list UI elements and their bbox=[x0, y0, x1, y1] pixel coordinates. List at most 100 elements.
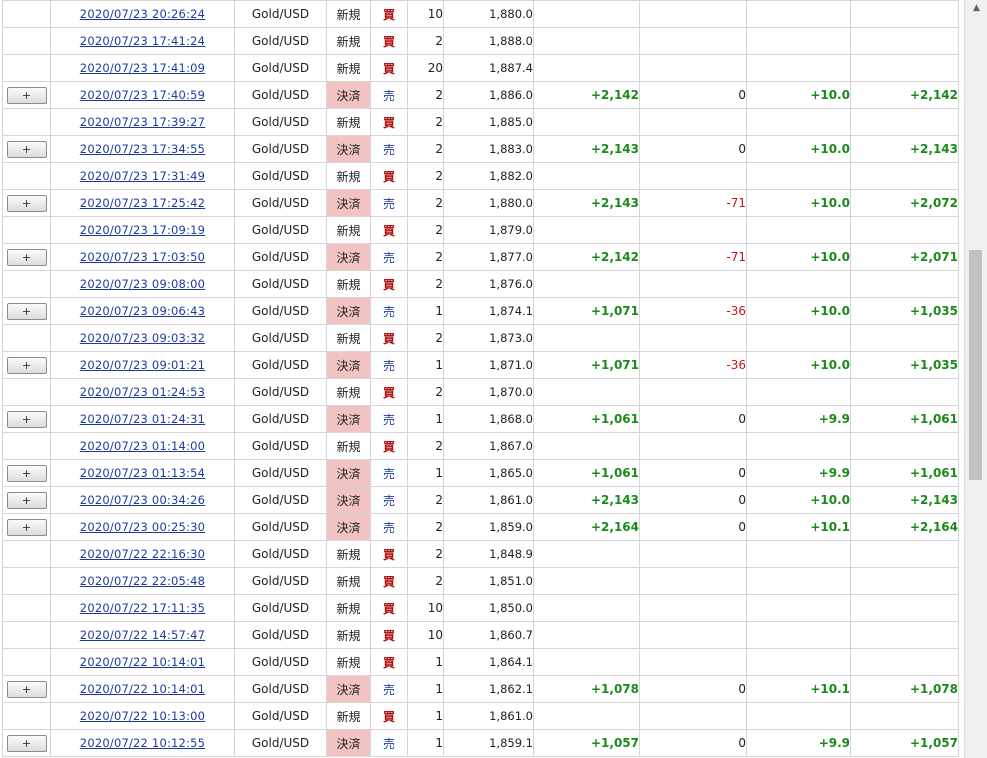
trade-datetime-link[interactable]: 2020/07/22 10:14:01 bbox=[80, 655, 205, 669]
side-cell: 買 bbox=[370, 270, 408, 298]
swap-value: 0 bbox=[738, 682, 746, 696]
trade-datetime-link[interactable]: 2020/07/22 22:05:48 bbox=[80, 574, 205, 588]
swap-value: -36 bbox=[726, 304, 746, 318]
trade-datetime-link[interactable]: 2020/07/22 17:11:35 bbox=[80, 601, 205, 615]
order-kind-cell: 決済 bbox=[326, 513, 371, 541]
table-row: +2020/07/23 09:06:43 Gold/USD 決済売 1 1,874.1 +… bbox=[2, 297, 959, 325]
swap-value: 0 bbox=[738, 88, 746, 102]
trade-datetime-cell: 2020/07/22 10:13:00 bbox=[50, 702, 235, 730]
trade-datetime-link[interactable]: 2020/07/22 14:57:47 bbox=[80, 628, 205, 642]
trade-datetime-link[interactable]: 2020/07/23 09:06:43 bbox=[80, 304, 205, 318]
trade-datetime-cell: 2020/07/23 17:39:27 bbox=[50, 108, 235, 136]
expand-cell: + bbox=[2, 81, 51, 109]
quantity-cell: 1 bbox=[407, 702, 444, 730]
quantity-cell: 2 bbox=[407, 270, 444, 298]
expand-cell: + bbox=[2, 729, 51, 757]
expand-button[interactable]: + bbox=[6, 680, 47, 698]
price-cell: 1,865.0 bbox=[443, 459, 534, 487]
trade-datetime-link[interactable]: 2020/07/22 10:13:00 bbox=[80, 709, 205, 723]
trade-datetime-link[interactable]: 2020/07/22 10:14:01 bbox=[80, 682, 205, 696]
pips-value: +9.9 bbox=[818, 412, 850, 426]
trade-datetime-link[interactable]: 2020/07/23 01:24:31 bbox=[80, 412, 205, 426]
total-value: +1,078 bbox=[909, 682, 958, 696]
expand-button[interactable]: + bbox=[6, 194, 47, 212]
quantity-cell: 1 bbox=[407, 459, 444, 487]
side-cell: 買 bbox=[370, 432, 408, 460]
trade-datetime-cell: 2020/07/23 17:25:42 bbox=[50, 189, 235, 217]
trade-datetime-link[interactable]: 2020/07/23 17:40:59 bbox=[80, 88, 205, 102]
trade-datetime-cell: 2020/07/23 00:34:26 bbox=[50, 486, 235, 514]
order-kind-cell: 新規 bbox=[326, 270, 371, 298]
table-row: +2020/07/23 00:34:26 Gold/USD 決済売 2 1,861.0 +… bbox=[2, 486, 959, 514]
vertical-scrollbar[interactable]: ▲ bbox=[964, 0, 987, 758]
quantity-cell: 2 bbox=[407, 135, 444, 163]
expand-button[interactable]: + bbox=[6, 491, 47, 509]
price-cell: 1,851.0 bbox=[443, 567, 534, 595]
price-cell: 1,887.4 bbox=[443, 54, 534, 82]
expand-cell bbox=[2, 0, 51, 28]
trade-datetime-link[interactable]: 2020/07/23 17:03:50 bbox=[80, 250, 205, 264]
trade-datetime-link[interactable]: 2020/07/23 17:09:19 bbox=[80, 223, 205, 237]
trade-datetime-cell: 2020/07/23 01:14:00 bbox=[50, 432, 235, 460]
trade-datetime-cell: 2020/07/23 17:31:49 bbox=[50, 162, 235, 190]
trade-datetime-link[interactable]: 2020/07/23 17:31:49 bbox=[80, 169, 205, 183]
trade-datetime-link[interactable]: 2020/07/23 00:25:30 bbox=[80, 520, 205, 534]
quantity-cell: 2 bbox=[407, 432, 444, 460]
trade-datetime-link[interactable]: 2020/07/23 17:41:09 bbox=[80, 61, 205, 75]
side-cell: 売 bbox=[370, 81, 408, 109]
expand-cell bbox=[2, 108, 51, 136]
expand-cell: + bbox=[2, 486, 51, 514]
trade-datetime-link[interactable]: 2020/07/23 17:34:55 bbox=[80, 142, 205, 156]
expand-button[interactable]: + bbox=[6, 518, 47, 536]
expand-button[interactable]: + bbox=[6, 248, 47, 266]
symbol-cell: Gold/USD bbox=[234, 594, 327, 622]
expand-cell bbox=[2, 567, 51, 595]
expand-button[interactable]: + bbox=[6, 410, 47, 428]
pips-value: +9.9 bbox=[818, 466, 850, 480]
expand-button[interactable]: + bbox=[6, 302, 47, 320]
price-cell: 1,868.0 bbox=[443, 405, 534, 433]
scrollbar-thumb[interactable] bbox=[969, 250, 982, 480]
order-kind-cell: 決済 bbox=[326, 189, 371, 217]
expand-cell: + bbox=[2, 243, 51, 271]
trade-datetime-link[interactable]: 2020/07/23 09:08:00 bbox=[80, 277, 205, 291]
price-cell: 1,848.9 bbox=[443, 540, 534, 568]
profit-loss-value: +2,164 bbox=[590, 520, 639, 534]
trade-datetime-cell: 2020/07/23 17:40:59 bbox=[50, 81, 235, 109]
trade-datetime-link[interactable]: 2020/07/23 01:14:00 bbox=[80, 439, 205, 453]
trade-datetime-link[interactable]: 2020/07/23 09:01:21 bbox=[80, 358, 205, 372]
price-cell: 1,850.0 bbox=[443, 594, 534, 622]
price-cell: 1,879.0 bbox=[443, 216, 534, 244]
table-row: 2020/07/23 09:03:32 Gold/USD 新規買 2 1,873.0 bbox=[2, 324, 959, 352]
trade-datetime-link[interactable]: 2020/07/23 09:03:32 bbox=[80, 331, 205, 345]
trade-datetime-link[interactable]: 2020/07/23 17:25:42 bbox=[80, 196, 205, 210]
expand-button[interactable]: + bbox=[6, 734, 47, 752]
table-row: 2020/07/23 17:39:27 Gold/USD 新規買 2 1,885.0 bbox=[2, 108, 959, 136]
price-cell: 1,870.0 bbox=[443, 378, 534, 406]
total-value: +1,035 bbox=[909, 304, 958, 318]
expand-button[interactable]: + bbox=[6, 140, 47, 158]
trade-datetime-link[interactable]: 2020/07/23 00:34:26 bbox=[80, 493, 205, 507]
trade-datetime-link[interactable]: 2020/07/23 17:41:24 bbox=[80, 34, 205, 48]
quantity-cell: 1 bbox=[407, 351, 444, 379]
expand-cell: + bbox=[2, 189, 51, 217]
order-kind-cell: 決済 bbox=[326, 729, 371, 757]
trade-datetime-link[interactable]: 2020/07/22 22:16:30 bbox=[80, 547, 205, 561]
side-cell: 買 bbox=[370, 621, 408, 649]
trade-datetime-link[interactable]: 2020/07/23 01:13:54 bbox=[80, 466, 205, 480]
scroll-up-arrow-icon[interactable]: ▲ bbox=[965, 0, 987, 17]
expand-button[interactable]: + bbox=[6, 86, 47, 104]
trade-datetime-link[interactable]: 2020/07/22 10:12:55 bbox=[80, 736, 205, 750]
swap-value: 0 bbox=[738, 466, 746, 480]
expand-cell bbox=[2, 54, 51, 82]
expand-button[interactable]: + bbox=[6, 356, 47, 374]
side-cell: 売 bbox=[370, 243, 408, 271]
expand-button[interactable]: + bbox=[6, 464, 47, 482]
price-cell: 1,859.0 bbox=[443, 513, 534, 541]
price-cell: 1,864.1 bbox=[443, 648, 534, 676]
trade-datetime-link[interactable]: 2020/07/23 17:39:27 bbox=[80, 115, 205, 129]
price-cell: 1,861.0 bbox=[443, 486, 534, 514]
trade-datetime-link[interactable]: 2020/07/23 20:26:24 bbox=[80, 7, 205, 21]
profit-loss-value: +2,142 bbox=[590, 88, 639, 102]
trade-datetime-link[interactable]: 2020/07/23 01:24:53 bbox=[80, 385, 205, 399]
